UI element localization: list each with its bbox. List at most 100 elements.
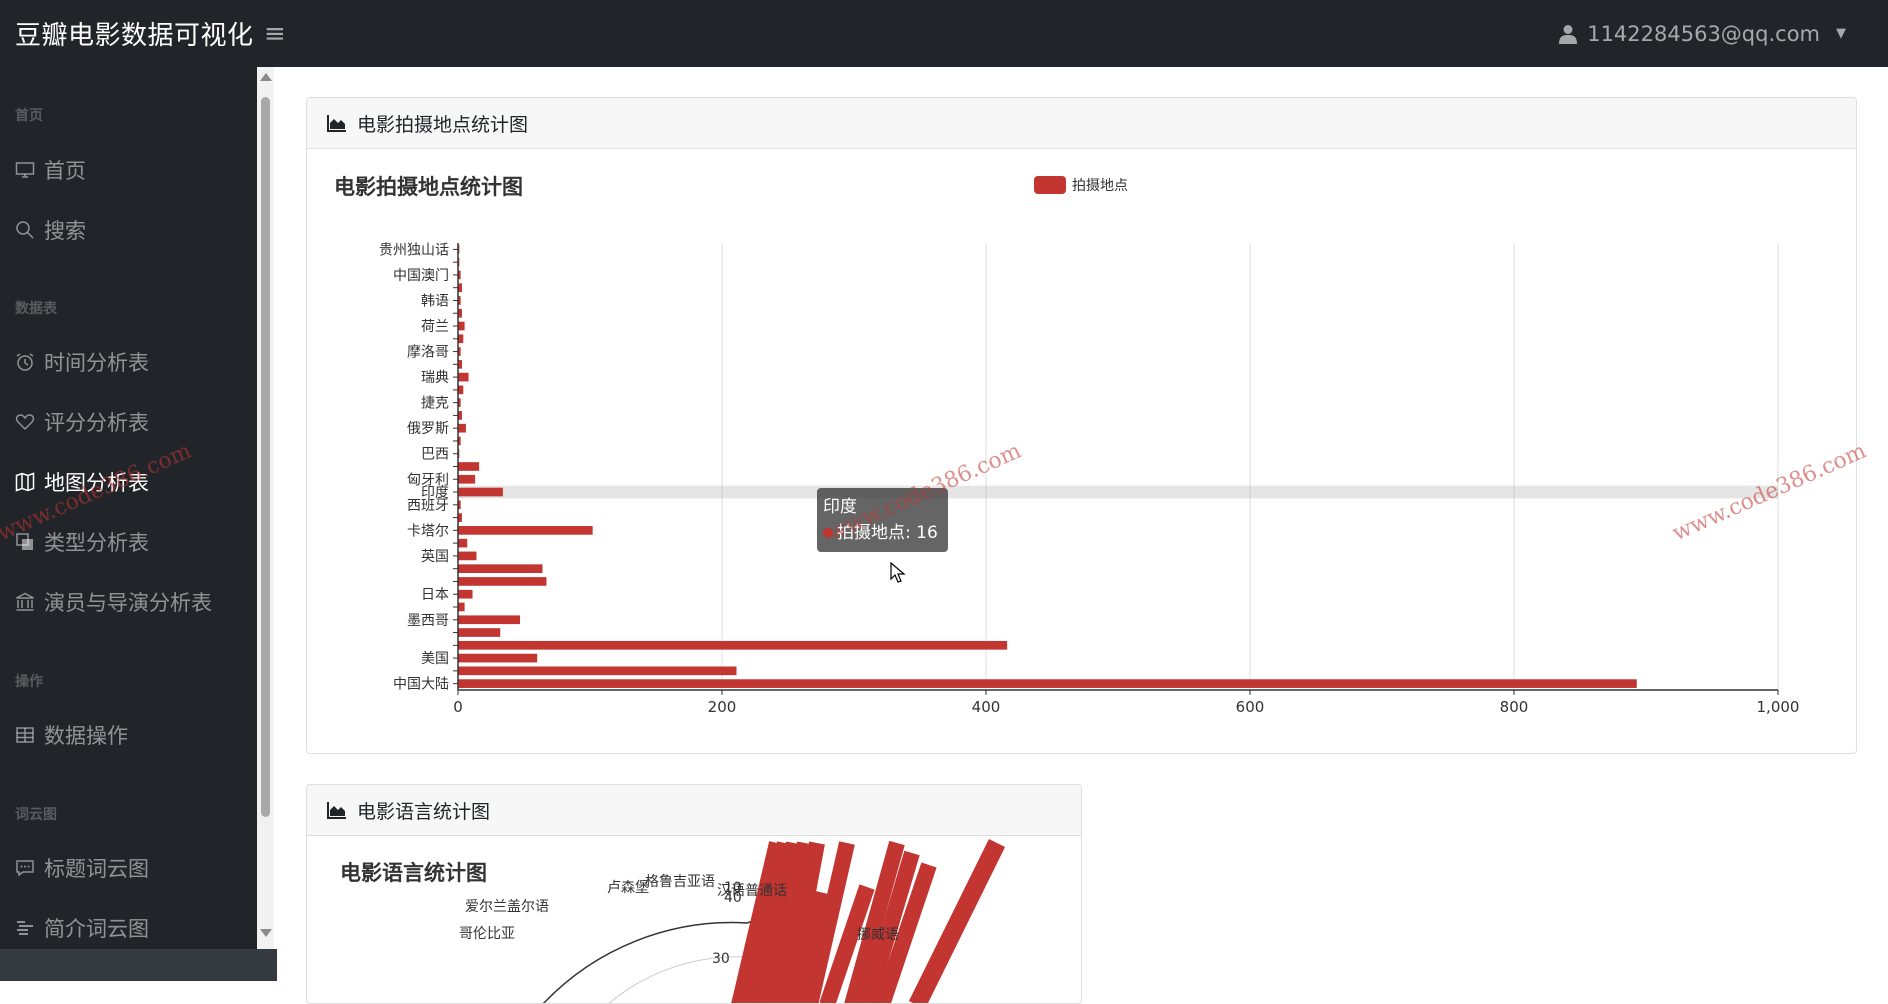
location-chart-card: 电影拍摄地点统计图 电影拍摄地点统计图 拍摄地点 0 200 400 600 800 1,… (306, 97, 1857, 754)
scrollbar-thumb[interactable] (261, 97, 270, 817)
polar-label: 格鲁吉亚语 (645, 874, 715, 890)
table-icon (14, 724, 36, 746)
stream-icon (14, 917, 36, 939)
search-icon (14, 219, 36, 241)
sidebar-heading-operations: 操作 (15, 674, 43, 690)
x-tick-label: 600 (1236, 698, 1265, 716)
bar (458, 321, 465, 331)
y-tick-label: 瑞典 (421, 370, 449, 386)
bar (458, 679, 1637, 688)
polar-label: 卢森堡 (607, 880, 649, 896)
area-chart-icon (327, 115, 346, 132)
y-tick-label: 日本 (421, 587, 449, 603)
bar (458, 474, 476, 484)
y-tick-label: 中国大陆 (393, 677, 449, 693)
polar-axis (542, 916, 768, 1003)
language-polar-chart[interactable]: 爱尔兰盖尔语卢森堡格鲁吉亚语汉语普通话哥伦比亚 挪威语104030 (307, 837, 1082, 1004)
x-tick-label: 0 (453, 698, 463, 716)
radial-tick-label: 30 (712, 951, 730, 967)
y-tick-label: 巴西 (421, 447, 449, 463)
menu-toggle-icon[interactable]: ≡ (264, 21, 286, 47)
sidebar-item-label: 时间分析表 (44, 351, 149, 375)
heart-icon (14, 411, 36, 433)
y-tick-label: 荷兰 (421, 319, 449, 335)
x-tick-label: 400 (972, 698, 1001, 716)
sidebar-heading-tables: 数据表 (15, 301, 57, 317)
card-header: 电影拍摄地点统计图 (307, 98, 1856, 149)
bar (458, 577, 547, 586)
sidebar-item-label: 首页 (44, 159, 86, 183)
hover-highlight-band (458, 485, 1778, 499)
sidebar-item-summary-wordcloud[interactable]: 简介词云图 (0, 908, 257, 948)
y-tick-label: 俄罗斯 (407, 421, 449, 437)
bar (458, 538, 468, 548)
bar (458, 385, 464, 395)
card-header-title: 电影拍摄地点统计图 (357, 113, 529, 136)
polar-label: 哥伦比亚 (459, 926, 515, 942)
bar (458, 628, 501, 637)
sidebar-scrollbar[interactable] (257, 67, 274, 949)
x-tick-label: 200 (708, 698, 737, 716)
sidebar-footer (0, 949, 277, 981)
app-brand[interactable]: 豆瓣电影数据可视化 (0, 15, 264, 52)
bar (458, 640, 1008, 650)
polar-bars (731, 839, 1006, 1003)
card-header-title: 电影语言统计图 (357, 800, 491, 823)
sidebar-item-rating-analysis[interactable]: 评分分析表 (0, 402, 257, 442)
bar (458, 564, 543, 574)
sidebar-item-data-operations[interactable]: 数据操作 (0, 715, 257, 755)
legend-swatch (1034, 176, 1066, 194)
sidebar-item-home[interactable]: 首页 (0, 150, 257, 190)
sidebar-item-label: 简介词云图 (44, 917, 149, 941)
sidebar-item-label: 数据操作 (44, 724, 128, 748)
card-header: 电影语言统计图 (307, 785, 1081, 836)
chart-legend[interactable]: 拍摄地点 (1034, 175, 1128, 195)
y-tick-label: 英国 (421, 548, 449, 565)
sidebar-item-label: 评分分析表 (44, 411, 149, 435)
y-tick-label: 韩语 (421, 293, 449, 309)
sidebar-item-label: 类型分析表 (44, 531, 149, 555)
y-tick-label: 匈牙利 (407, 472, 449, 488)
area-chart-icon (327, 802, 346, 819)
alarm-clock-icon (14, 351, 36, 373)
bar (458, 551, 477, 561)
y-tick-label: 美国 (421, 651, 449, 667)
comment-icon (14, 857, 36, 879)
sidebar-item-title-wordcloud[interactable]: 标题词云图 (0, 848, 257, 888)
sidebar-item-search[interactable]: 搜索 (0, 210, 257, 250)
x-tick-label: 1,000 (1757, 698, 1800, 716)
y-tick-label: 卡塔尔 (407, 523, 449, 539)
sidebar-item-time-analysis[interactable]: 时间分析表 (0, 342, 257, 382)
sidebar-heading-wordcloud: 词云图 (15, 807, 57, 823)
user-icon (1559, 24, 1578, 44)
sidebar-item-label: 标题词云图 (44, 857, 149, 881)
user-menu[interactable]: 1142284563@qq.com ▼ (1559, 0, 1846, 67)
top-navbar: 豆瓣电影数据可视化 ≡ 1142284563@qq.com ▼ (0, 0, 1888, 67)
radial-tick-label: 40 (724, 890, 742, 906)
monitor-icon (14, 159, 36, 181)
scroll-down-arrow-icon[interactable] (260, 929, 272, 937)
chevron-down-icon: ▼ (1836, 26, 1846, 41)
bar (458, 589, 473, 599)
bar (458, 334, 464, 344)
bank-icon (14, 591, 36, 613)
user-email: 1142284563@qq.com (1587, 21, 1820, 46)
bar (458, 423, 466, 433)
legend-label: 拍摄地点 (1072, 178, 1128, 194)
sidebar-item-cast-director-analysis[interactable]: 演员与导演分析表 (0, 582, 257, 622)
y-tick-label: 墨西哥 (407, 613, 449, 629)
mouse-cursor-icon (890, 562, 906, 583)
chart-title: 电影拍摄地点统计图 (334, 175, 523, 199)
map-icon (14, 471, 36, 493)
location-bar-chart[interactable]: 0 200 400 600 800 1,000中国大陆美国墨西哥日本英国卡塔尔西班牙印度匈… (307, 198, 1856, 753)
bar (458, 653, 538, 663)
sidebar-heading-home: 首页 (15, 108, 43, 124)
scroll-up-arrow-icon[interactable] (260, 73, 272, 81)
bar (458, 487, 503, 497)
y-tick-label: 贵州独山话 (379, 242, 449, 258)
bar (458, 602, 465, 612)
polar-label: 爱尔兰盖尔语 (465, 899, 549, 915)
sidebar-item-label: 搜索 (44, 219, 86, 243)
bar (458, 462, 480, 471)
bar (458, 372, 469, 382)
